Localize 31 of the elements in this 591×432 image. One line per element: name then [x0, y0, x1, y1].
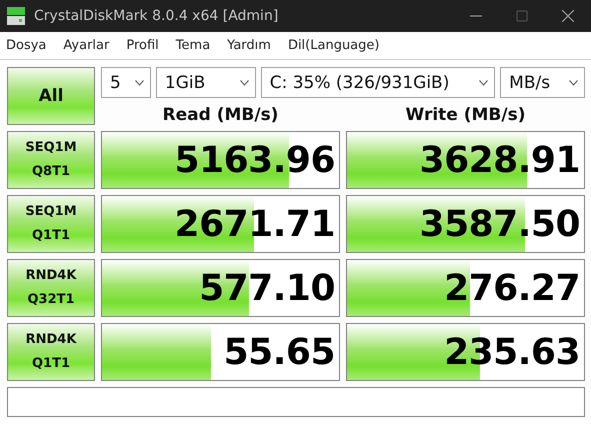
menu-item[interactable]: Dosya — [4, 38, 56, 53]
chevron-icon — [134, 80, 144, 86]
test-button[interactable]: SEQ1M Q8T1 — [7, 131, 95, 189]
menu-item[interactable]: Profil — [124, 38, 168, 53]
test-button[interactable]: SEQ1M Q1T1 — [7, 195, 95, 253]
result-value: 235.63 — [444, 332, 580, 372]
comment-field[interactable] — [7, 387, 585, 417]
window-title: CrystalDiskMark 8.0.4 x64 [Admin] — [34, 8, 280, 24]
test-button[interactable]: RND4K Q1T1 — [7, 323, 95, 381]
close-icon — [562, 10, 574, 22]
menu-item[interactable]: Ayarlar — [61, 38, 118, 53]
column-header: Read (MB/s) — [162, 105, 278, 125]
maximize-icon — [516, 10, 528, 22]
chevron-icon — [479, 80, 488, 86]
menu-item[interactable]: Yardım — [225, 38, 280, 53]
menu-item[interactable]: Dil(Language) — [286, 38, 388, 53]
result-value: 276.27 — [444, 268, 580, 308]
dropdown[interactable]: C: 35% (326/931GiB) — [260, 67, 496, 98]
dropdown[interactable]: 5 — [101, 67, 151, 98]
all-button[interactable]: All — [7, 67, 95, 125]
chevron-icon — [240, 80, 249, 86]
test-button[interactable]: RND4K Q32T1 — [7, 259, 95, 317]
disk-icon — [6, 6, 26, 26]
menu-item[interactable]: Tema — [174, 38, 220, 53]
column-header: Write (MB/s) — [406, 105, 526, 125]
dropdown[interactable]: MB/s — [500, 67, 585, 98]
result-value: 2671.71 — [174, 204, 335, 244]
result-value: 55.65 — [224, 332, 335, 372]
chevron-icon — [569, 80, 578, 86]
result-value: 577.10 — [199, 268, 335, 308]
dropdown[interactable]: 1GiB — [156, 67, 256, 98]
